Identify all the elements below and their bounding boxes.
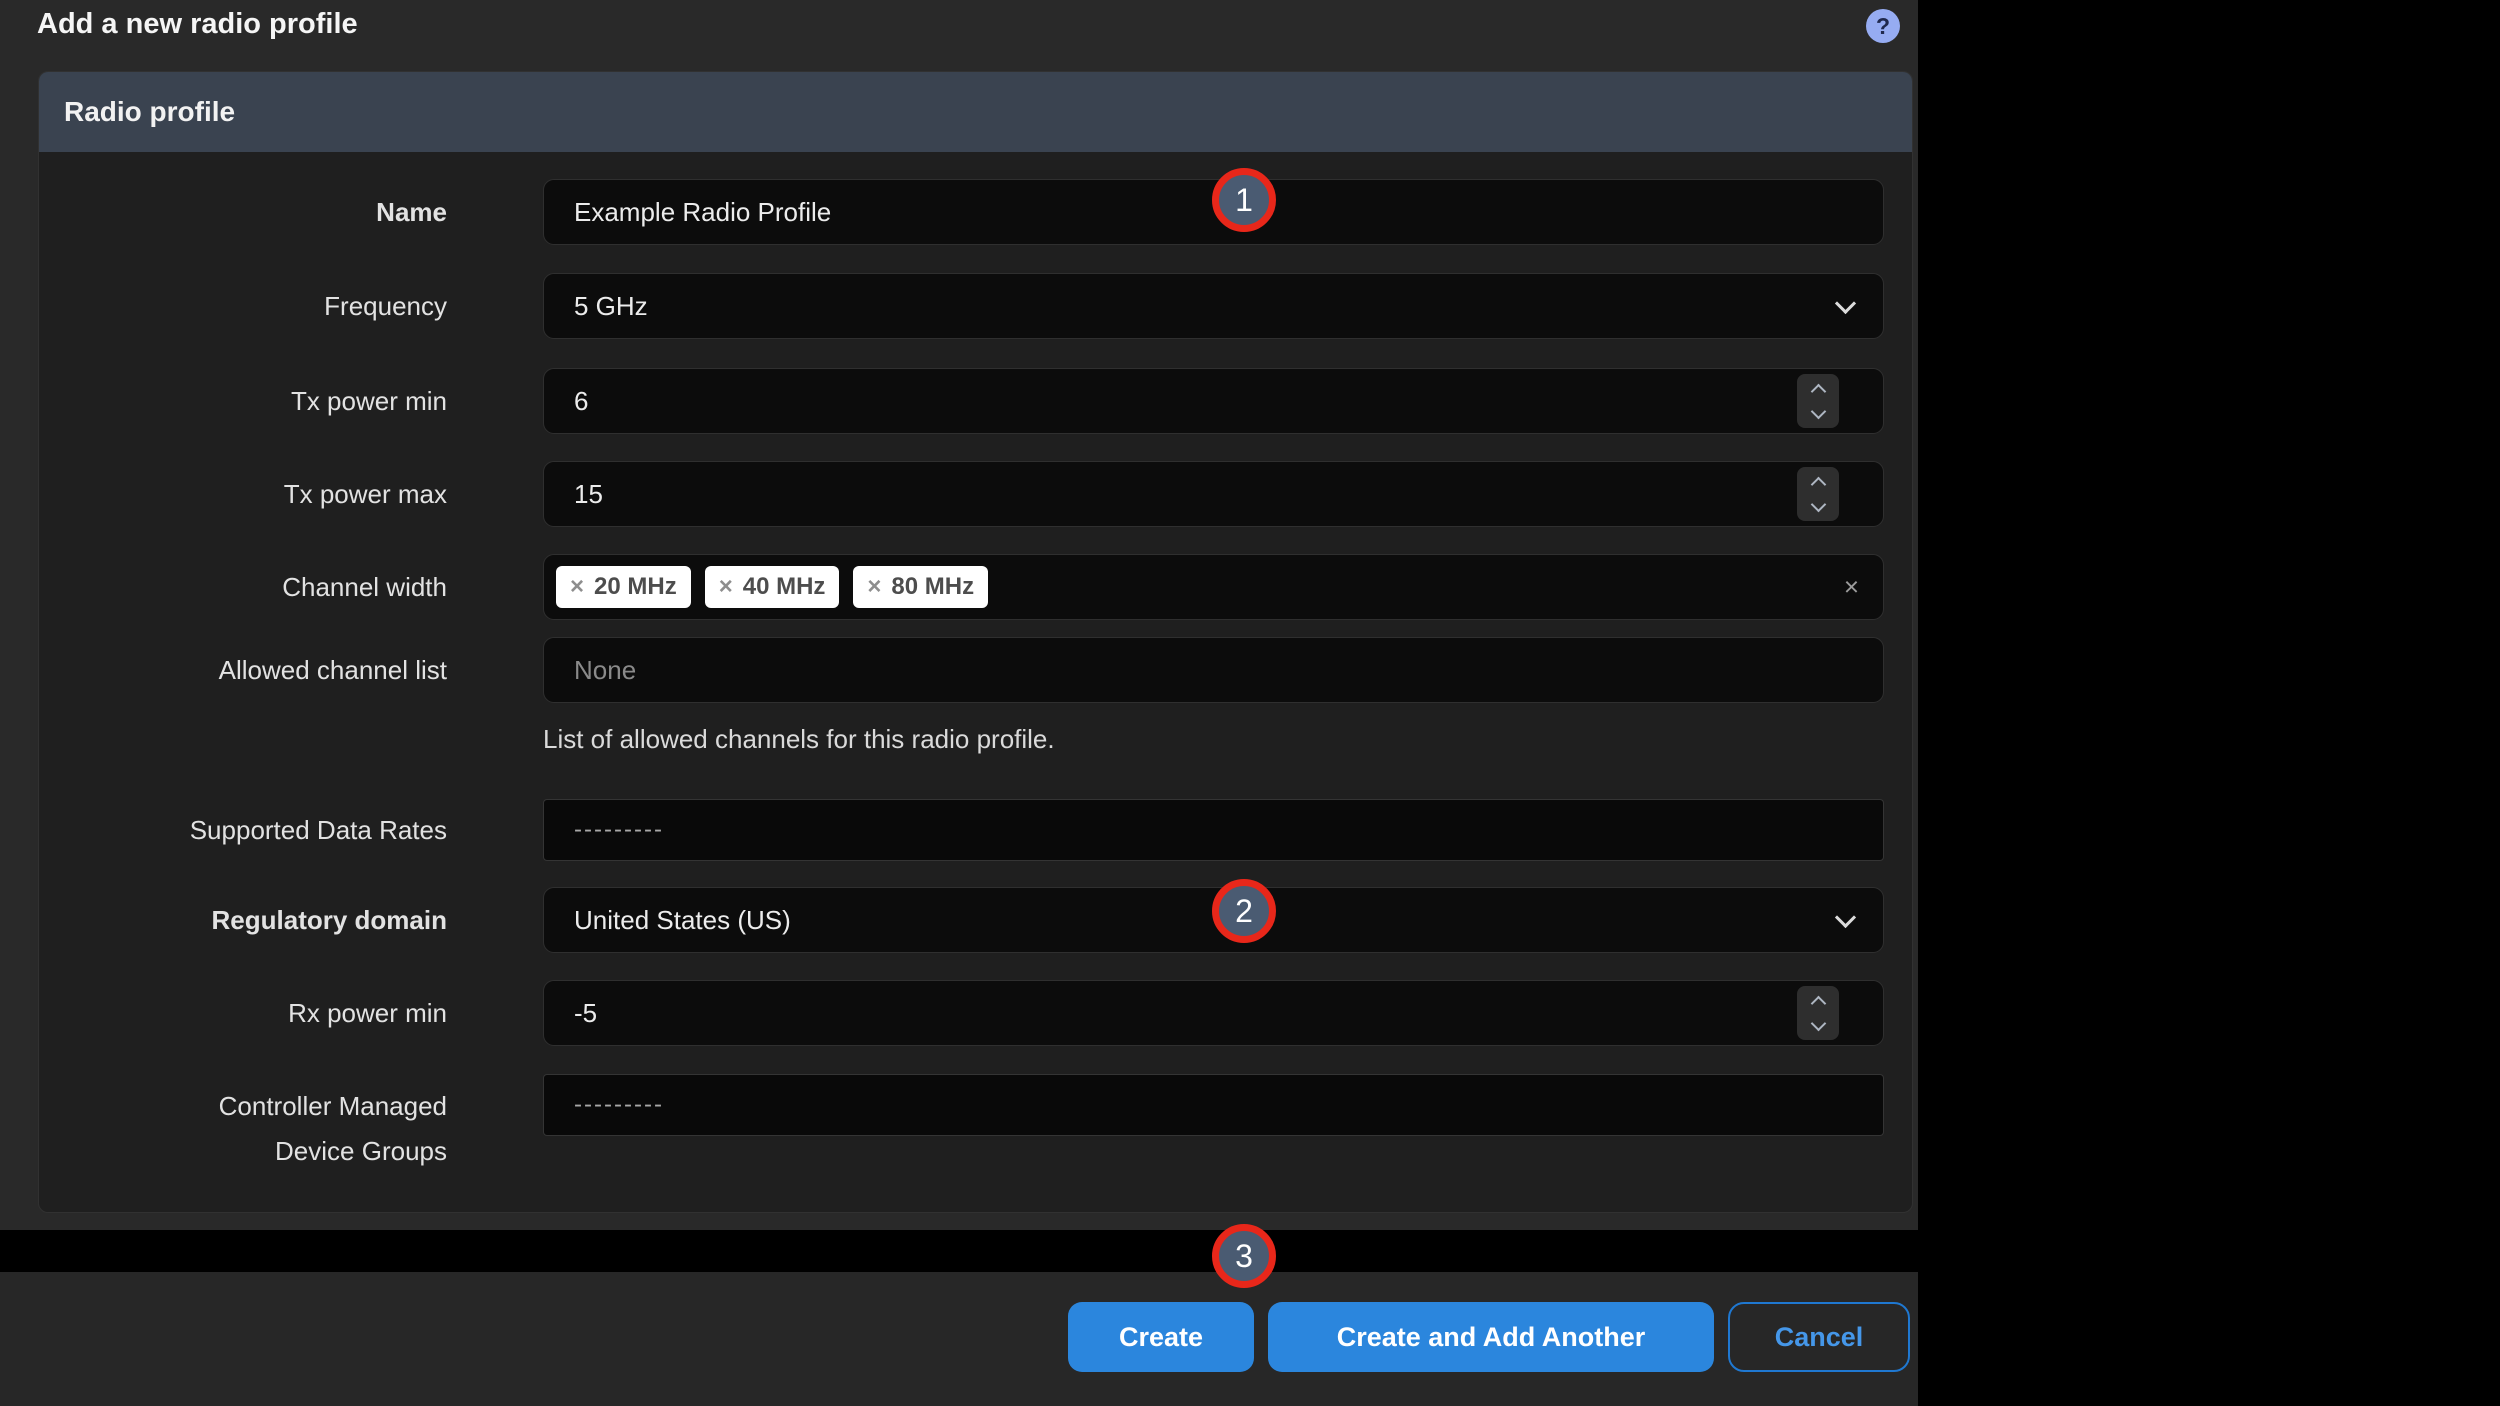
annotation-badge-2: 2	[1212, 879, 1276, 943]
screen: Add a new radio profile ? Radio profile …	[0, 0, 2500, 1406]
footer-bar: Create Create and Add Another Cancel	[0, 1272, 1918, 1406]
annotation-badge-3: 3	[1212, 1224, 1276, 1288]
regulatory-domain-label: Regulatory domain	[39, 887, 447, 953]
rx-power-min-label: Rx power min	[39, 980, 447, 1046]
stepper-down-icon[interactable]	[1810, 403, 1826, 419]
chevron-down-icon	[1835, 907, 1856, 928]
rx-power-min-input[interactable]: -5	[543, 980, 1884, 1046]
remove-tag-icon[interactable]: ×	[570, 573, 584, 601]
controller-managed-device-groups-multiselect[interactable]: ---------	[543, 1074, 1884, 1136]
chevron-down-icon	[1835, 293, 1856, 314]
tx-power-max-input[interactable]: 15	[543, 461, 1884, 527]
tx-power-max-stepper[interactable]	[1797, 467, 1839, 521]
page-title: Add a new radio profile	[37, 8, 358, 41]
stepper-down-icon[interactable]	[1810, 1015, 1826, 1031]
regulatory-domain-value: United States (US)	[574, 905, 791, 936]
frequency-label: Frequency	[39, 273, 447, 339]
frequency-select[interactable]: 5 GHz	[543, 273, 1884, 339]
tx-power-max-value: 15	[574, 479, 603, 510]
allowed-channel-list-input[interactable]	[543, 637, 1884, 703]
help-icon[interactable]: ?	[1866, 9, 1900, 43]
allowed-channel-list-label: Allowed channel list	[39, 637, 447, 703]
section-header: Radio profile	[39, 72, 1912, 152]
clear-all-icon[interactable]: ×	[1844, 572, 1859, 603]
cancel-button[interactable]: Cancel	[1728, 1302, 1910, 1372]
stepper-up-icon[interactable]	[1810, 995, 1826, 1011]
radio-profile-card: Radio profile Name Frequency 5 GHz Tx po…	[38, 71, 1913, 1213]
supported-data-rates-multiselect[interactable]: ---------	[543, 799, 1884, 861]
stepper-up-icon[interactable]	[1810, 383, 1826, 399]
remove-tag-icon[interactable]: ×	[867, 573, 881, 601]
supported-data-rates-placeholder: ---------	[574, 816, 664, 844]
footer-buttons: Create Create and Add Another Cancel	[1068, 1302, 1910, 1372]
tx-power-min-input[interactable]: 6	[543, 368, 1884, 434]
rx-power-min-stepper[interactable]	[1797, 986, 1839, 1040]
tag-label: 20 MHz	[594, 573, 677, 601]
allowed-channel-list-help: List of allowed channels for this radio …	[543, 724, 1055, 755]
tx-power-min-stepper[interactable]	[1797, 374, 1839, 428]
form-body: Name Frequency 5 GHz Tx power min 6 Tx p…	[39, 152, 1912, 1213]
supported-data-rates-label: Supported Data Rates	[39, 799, 447, 861]
create-and-add-another-button[interactable]: Create and Add Another	[1268, 1302, 1714, 1372]
channel-width-tag[interactable]: × 20 MHz	[556, 566, 691, 608]
stepper-down-icon[interactable]	[1810, 496, 1826, 512]
annotation-badge-1: 1	[1212, 168, 1276, 232]
controller-managed-device-groups-label: Controller Managed Device Groups	[137, 1074, 447, 1174]
frequency-value: 5 GHz	[574, 291, 648, 322]
create-button[interactable]: Create	[1068, 1302, 1254, 1372]
remove-tag-icon[interactable]: ×	[719, 573, 733, 601]
rx-power-min-value: -5	[574, 998, 597, 1029]
tx-power-min-label: Tx power min	[39, 368, 447, 434]
tag-label: 80 MHz	[891, 573, 974, 601]
tx-power-max-label: Tx power max	[39, 461, 447, 527]
name-label: Name	[39, 179, 447, 245]
channel-width-tag[interactable]: × 80 MHz	[853, 566, 988, 608]
tag-label: 40 MHz	[743, 573, 826, 601]
channel-width-label: Channel width	[39, 554, 447, 620]
controller-managed-device-groups-placeholder: ---------	[574, 1091, 664, 1119]
channel-width-multiselect[interactable]: × 20 MHz × 40 MHz × 80 MHz ×	[543, 554, 1884, 620]
tx-power-min-value: 6	[574, 386, 588, 417]
stepper-up-icon[interactable]	[1810, 476, 1826, 492]
channel-width-tag[interactable]: × 40 MHz	[705, 566, 840, 608]
